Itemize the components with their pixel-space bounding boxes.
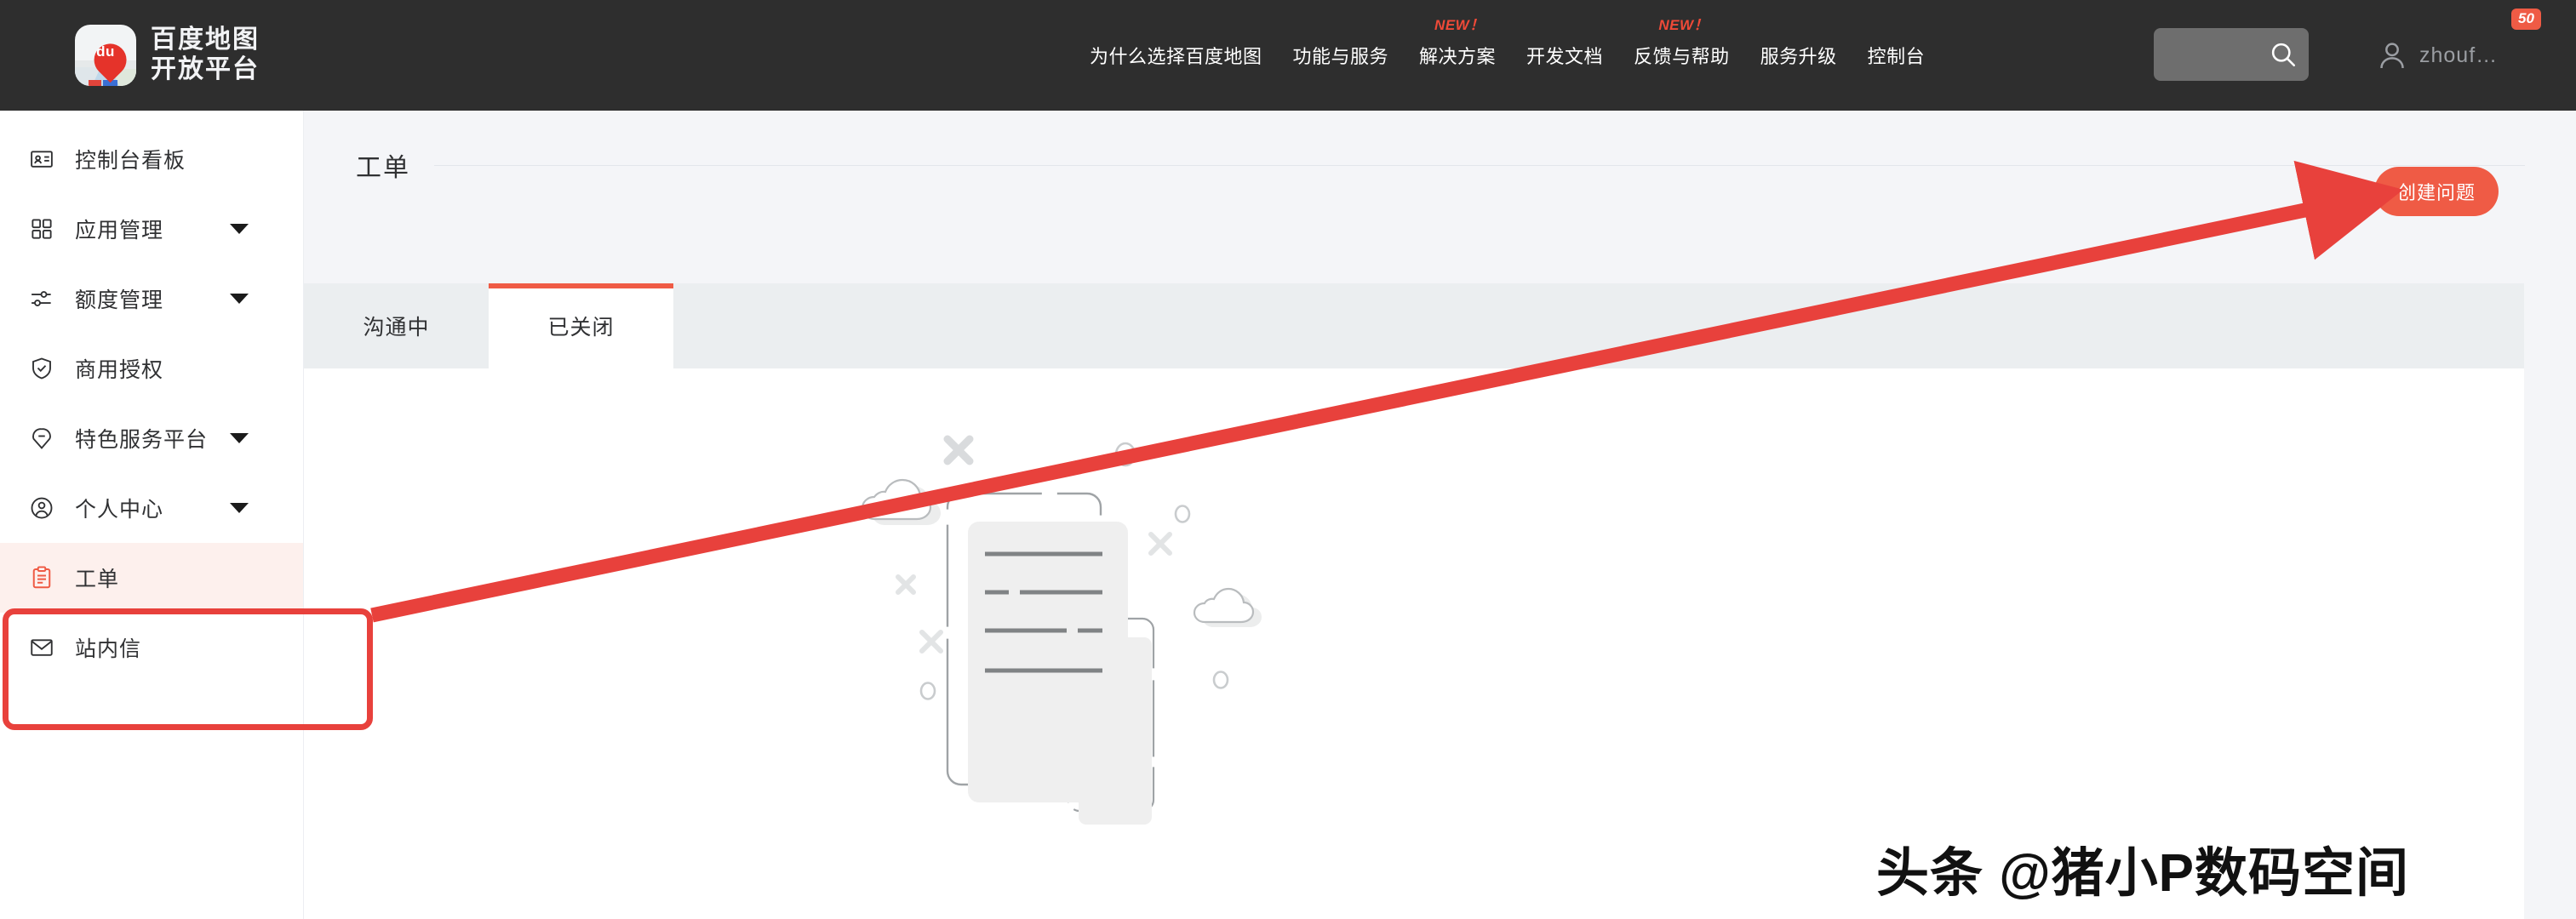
sidebar-item-feature-platform[interactable]: 特色服务平台 [0, 403, 303, 473]
nav-label-2: 解决方案 [1419, 46, 1497, 67]
sidebar-item-quota-management[interactable]: 额度管理 [0, 264, 303, 334]
page-header: 工单 [356, 146, 2525, 184]
chevron-down-icon[interactable] [230, 224, 249, 234]
user-circle-icon [26, 492, 58, 524]
sidebar-label-quota-management: 额度管理 [75, 288, 164, 312]
brand-line-2: 开放平台 [151, 55, 260, 83]
nav-new-badge-4: NEW！ [1658, 17, 1709, 33]
tab-closed[interactable]: 已关闭 [489, 283, 673, 368]
tab-bar: 沟通中 已关闭 [304, 283, 2524, 368]
baidu-map-logo-icon: du [75, 25, 136, 86]
grid-icon [26, 213, 58, 245]
nav-item-5[interactable]: 服务升级 [1745, 42, 1852, 69]
logo-du-text: du [96, 43, 115, 60]
sidebar-label-personal-center: 个人中心 [75, 498, 164, 522]
id-card-icon [26, 143, 58, 175]
create-issue-button-wrap: 创建问题 [2374, 167, 2499, 216]
nav-label-6: 控制台 [1867, 46, 1926, 67]
sidebar: 控制台看板 应用管理 额度管理 商用授权 特色服务平台 个人中心 工单 站内信 [0, 111, 304, 919]
sidebar-item-dashboard[interactable]: 控制台看板 [0, 124, 303, 194]
chevron-down-icon[interactable] [230, 433, 249, 443]
shield-check-icon [26, 352, 58, 385]
sidebar-item-commercial-license[interactable]: 商用授权 [0, 334, 303, 403]
sidebar-label-work-order: 工单 [75, 568, 120, 591]
empty-state-illustration [861, 435, 1262, 825]
watermark-text: 头条 @猪小P数码空间 [1876, 844, 2410, 903]
tab-in-communication[interactable]: 沟通中 [304, 283, 489, 368]
nav-item-1[interactable]: 功能与服务 [1278, 42, 1405, 69]
notification-badge[interactable]: 50 [2511, 9, 2541, 30]
user-menu[interactable]: zhouf… 50 [2375, 0, 2541, 111]
sidebar-item-app-management[interactable]: 应用管理 [0, 194, 303, 264]
sidebar-label-dashboard: 控制台看板 [75, 149, 186, 173]
sidebar-item-inbox[interactable]: 站内信 [0, 613, 303, 682]
nav-item-2[interactable]: NEW！ 解决方案 [1404, 17, 1511, 69]
map-pin-icon [26, 422, 58, 454]
tab-label-in-communication: 沟通中 [363, 316, 430, 340]
page-title: 工单 [356, 154, 410, 182]
clipboard-icon [26, 562, 58, 594]
sidebar-label-app-management: 应用管理 [75, 219, 164, 243]
brand-logo[interactable]: du 百度地图 开放平台 [75, 25, 260, 86]
sidebar-item-work-order[interactable]: 工单 [0, 543, 303, 613]
search-input[interactable] [2154, 28, 2309, 81]
nav-label-3: 开发文档 [1526, 46, 1604, 67]
chevron-down-icon[interactable] [230, 503, 249, 513]
sidebar-item-personal-center[interactable]: 个人中心 [0, 473, 303, 543]
sliders-icon [26, 283, 58, 315]
chevron-down-icon[interactable] [230, 294, 249, 304]
sidebar-label-commercial-license: 商用授权 [75, 358, 164, 382]
nav-new-badge-2: NEW！ [1434, 17, 1485, 33]
nav-label-1: 功能与服务 [1292, 46, 1389, 67]
header-divider [434, 164, 2525, 166]
nav-label-4: 反馈与帮助 [1634, 46, 1730, 67]
search-icon [2271, 43, 2296, 67]
nav-label-0: 为什么选择百度地图 [1090, 46, 1262, 67]
user-avatar-icon [2380, 43, 2404, 69]
nav-item-3[interactable]: 开发文档 [1511, 42, 1618, 69]
top-header: du 百度地图 开放平台 为什么选择百度地图 功能与服务 NEW！ 解决方案 开… [0, 0, 2576, 111]
sidebar-label-feature-platform: 特色服务平台 [75, 428, 209, 452]
sidebar-label-inbox: 站内信 [75, 637, 142, 661]
user-name: zhouf… [2419, 43, 2499, 67]
nav-label-5: 服务升级 [1760, 46, 1837, 67]
nav-item-4[interactable]: NEW！ 反馈与帮助 [1618, 17, 1745, 69]
create-issue-button[interactable]: 创建问题 [2374, 167, 2499, 216]
nav-item-0[interactable]: 为什么选择百度地图 [1074, 42, 1278, 69]
brand-line-1: 百度地图 [151, 26, 260, 54]
tab-label-closed: 已关闭 [547, 316, 615, 340]
main-navigation: 为什么选择百度地图 功能与服务 NEW！ 解决方案 开发文档 NEW！ 反馈与帮… [1074, 0, 1940, 111]
nav-item-6[interactable]: 控制台 [1852, 42, 1941, 69]
app-root: du 百度地图 开放平台 为什么选择百度地图 功能与服务 NEW！ 解决方案 开… [0, 0, 2576, 919]
envelope-icon [26, 631, 58, 664]
work-order-card: 沟通中 已关闭 [304, 283, 2524, 919]
